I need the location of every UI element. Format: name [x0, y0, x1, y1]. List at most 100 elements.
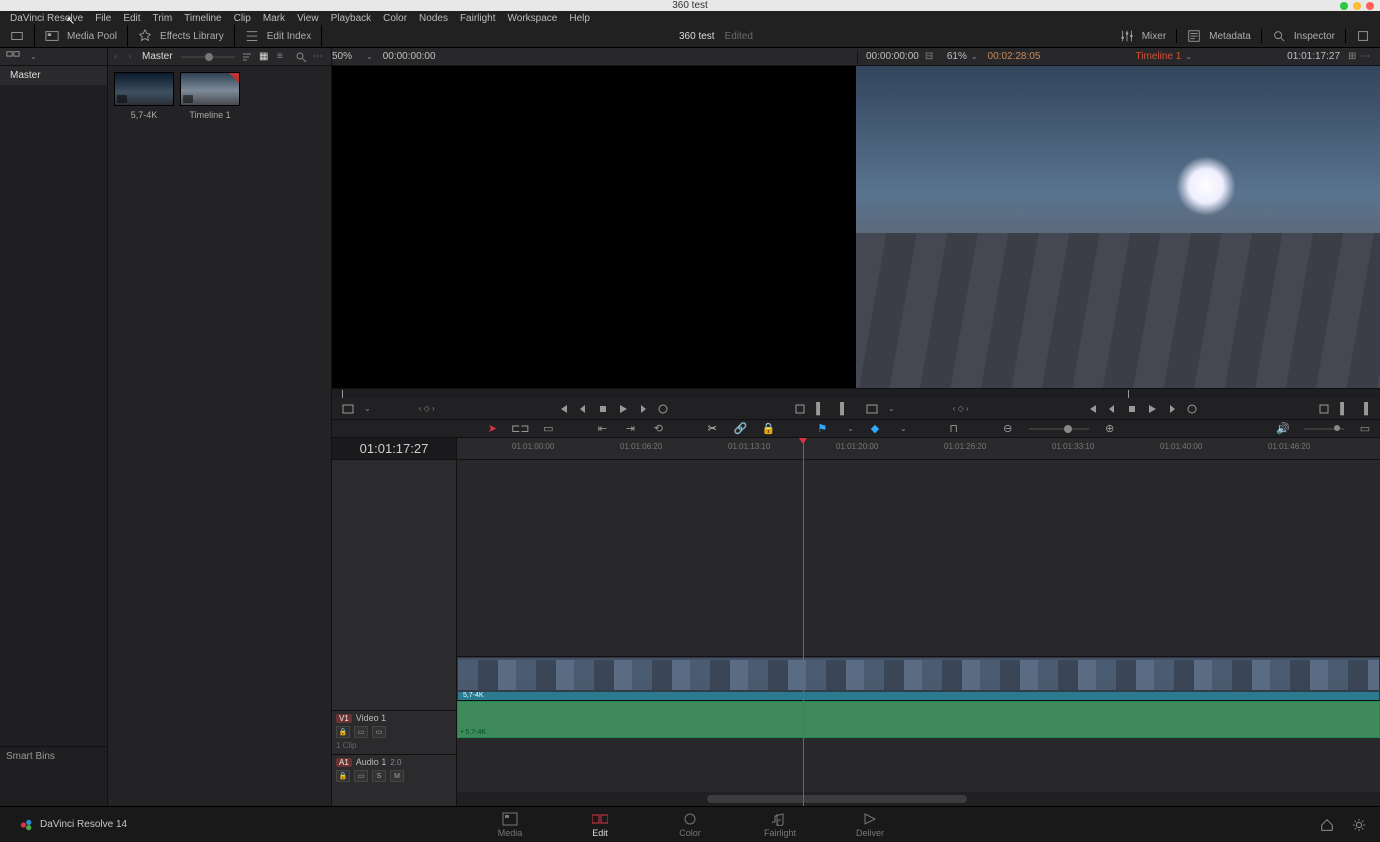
audio-track-header[interactable]: A1 Audio 1 2.0 🔒 ▭ S M: [332, 754, 456, 792]
video-enable-icon[interactable]: ▭: [354, 726, 368, 738]
replace-icon[interactable]: ⟲: [651, 422, 665, 436]
metadata-label[interactable]: Metadata: [1209, 31, 1251, 42]
menu-edit[interactable]: Edit: [117, 13, 146, 24]
inspector-icon[interactable]: [1272, 29, 1286, 43]
menu-view[interactable]: View: [291, 13, 325, 24]
program-zoom-dropdown-icon[interactable]: ⌄: [971, 52, 978, 61]
view-list-icon[interactable]: ≡: [277, 51, 289, 63]
link-icon[interactable]: 🔗: [733, 422, 747, 436]
mixer-label[interactable]: Mixer: [1142, 31, 1166, 42]
source-zoom-dropdown-icon[interactable]: ⌄: [366, 52, 373, 61]
settings-icon[interactable]: [1352, 818, 1366, 832]
flag-dropdown-icon[interactable]: ⌄: [847, 424, 854, 433]
view-grid-icon[interactable]: ▦: [259, 51, 271, 63]
src-overlay-icon[interactable]: [792, 401, 808, 417]
video-thumb-icon[interactable]: ▭: [372, 726, 386, 738]
src-in-icon[interactable]: ▌: [812, 401, 828, 417]
src-first-icon[interactable]: [555, 401, 571, 417]
bin-path[interactable]: Master: [142, 51, 173, 62]
prog-in-icon[interactable]: ▌: [1336, 401, 1352, 417]
edit-index-icon[interactable]: [245, 29, 259, 43]
search-icon[interactable]: [295, 51, 307, 63]
bin-list-icon[interactable]: [6, 50, 20, 64]
src-out-icon[interactable]: ▐: [832, 401, 848, 417]
media-pool-label[interactable]: Media Pool: [67, 31, 117, 42]
overwrite-icon[interactable]: ⇥: [623, 422, 637, 436]
options-icon[interactable]: ⋯: [313, 51, 325, 63]
audio-mute-icon[interactable]: M: [390, 770, 404, 782]
insert-icon[interactable]: ⇤: [595, 422, 609, 436]
source-zoom[interactable]: 50%: [332, 51, 352, 62]
nav-back-icon[interactable]: ‹: [114, 51, 122, 62]
prog-first-icon[interactable]: [1084, 401, 1100, 417]
sort-icon[interactable]: [241, 51, 253, 63]
page-deliver[interactable]: Deliver: [845, 812, 895, 838]
menu-timeline[interactable]: Timeline: [178, 13, 227, 24]
metadata-icon[interactable]: [1187, 29, 1201, 43]
timeline-tracks[interactable]: 01:01:00:00 01:01:06:20 01:01:13:10 01:0…: [457, 438, 1380, 806]
program-zoom[interactable]: 61%: [947, 51, 967, 62]
src-loop-icon[interactable]: [655, 401, 671, 417]
timeline-timecode[interactable]: 01:01:17:27: [332, 438, 456, 460]
source-mode-dropdown-icon[interactable]: ⌄: [364, 404, 371, 413]
menu-app[interactable]: DaVinci Resolve: [4, 13, 89, 24]
page-color[interactable]: Color: [665, 812, 715, 838]
program-mode-icon[interactable]: [864, 401, 880, 417]
prog-overlay-icon[interactable]: [1316, 401, 1332, 417]
prog-prev-icon[interactable]: [1104, 401, 1120, 417]
video-track[interactable]: 5,7-4K: [457, 656, 1380, 700]
marker-dropdown-icon[interactable]: ⌄: [900, 424, 907, 433]
playhead[interactable]: [803, 438, 804, 806]
menu-file[interactable]: File: [89, 13, 117, 24]
mixer-icon[interactable]: [1120, 29, 1134, 43]
media-pool-icon[interactable]: [45, 29, 59, 43]
viewer-mode-icon[interactable]: ⊞: [1348, 51, 1360, 63]
video-track-header[interactable]: V1 Video 1 🔒 ▭ ▭ 1 Clip: [332, 710, 456, 754]
page-fairlight[interactable]: Fairlight: [755, 812, 805, 838]
edit-index-label[interactable]: Edit Index: [267, 31, 311, 42]
lock-icon[interactable]: 🔒: [761, 422, 775, 436]
close-dot[interactable]: [1366, 2, 1374, 10]
menu-mark[interactable]: Mark: [257, 13, 291, 24]
audio-solo-icon[interactable]: S: [372, 770, 386, 782]
clip-thumb[interactable]: 5,7-4K: [114, 72, 174, 800]
bin-dropdown-icon[interactable]: ⌄: [30, 52, 37, 61]
src-next-icon[interactable]: [635, 401, 651, 417]
smart-bins-header[interactable]: Smart Bins: [0, 746, 107, 806]
trim-tool-icon[interactable]: ⊏⊐: [513, 422, 527, 436]
timeline-h-scrollbar[interactable]: [457, 792, 1380, 806]
page-media[interactable]: Media: [485, 812, 535, 838]
audio-track-tag[interactable]: A1: [336, 758, 352, 767]
program-mode-dropdown-icon[interactable]: ⌄: [888, 404, 895, 413]
video-clip[interactable]: 5,7-4K: [457, 657, 1380, 701]
home-icon[interactable]: [1320, 818, 1334, 832]
menu-workspace[interactable]: Workspace: [502, 13, 564, 24]
razor-icon[interactable]: ✂: [705, 422, 719, 436]
inspector-label[interactable]: Inspector: [1294, 31, 1335, 42]
page-edit[interactable]: Edit: [575, 812, 625, 838]
prog-next-icon[interactable]: [1164, 401, 1180, 417]
source-scrubber[interactable]: [332, 388, 856, 398]
nav-fwd-icon[interactable]: ›: [128, 51, 136, 62]
menu-clip[interactable]: Clip: [228, 13, 257, 24]
menu-trim[interactable]: Trim: [147, 13, 179, 24]
dim-icon[interactable]: ▭: [1358, 422, 1372, 436]
audio-lock-icon[interactable]: 🔒: [336, 770, 350, 782]
zoom-dot[interactable]: [1353, 2, 1361, 10]
prog-play-icon[interactable]: [1144, 401, 1160, 417]
selection-tool-icon[interactable]: ➤: [485, 422, 499, 436]
program-scrubber[interactable]: [856, 388, 1380, 398]
marker-icon[interactable]: ◆: [868, 422, 882, 436]
fullscreen-icon[interactable]: [10, 29, 24, 43]
menu-color[interactable]: Color: [377, 13, 413, 24]
menu-fairlight[interactable]: Fairlight: [454, 13, 502, 24]
src-play-icon[interactable]: [615, 401, 631, 417]
bin-master[interactable]: Master: [0, 66, 107, 85]
expand-icon[interactable]: [1356, 29, 1370, 43]
timeline-thumb[interactable]: Timeline 1: [180, 72, 240, 800]
src-stop-icon[interactable]: [595, 401, 611, 417]
audio-clip[interactable]: • 5,7-4K: [457, 701, 1380, 738]
prog-match-frame-icon[interactable]: ‹ ◇ ›: [953, 404, 969, 413]
zoom-in-icon[interactable]: ⊕: [1103, 422, 1117, 436]
audio-track[interactable]: • 5,7-4K: [457, 700, 1380, 738]
